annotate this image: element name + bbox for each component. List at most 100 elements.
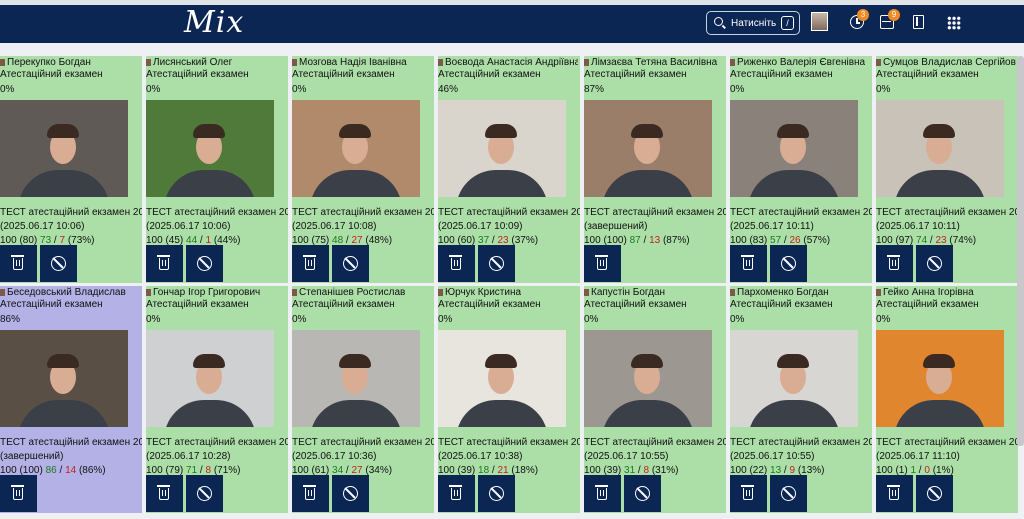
block-icon bbox=[927, 486, 942, 501]
progress-percent: 46% bbox=[438, 84, 459, 95]
delete-button[interactable] bbox=[0, 245, 37, 282]
progress-percent: 0% bbox=[438, 314, 453, 325]
block-button[interactable] bbox=[770, 245, 807, 282]
scrollbar[interactable] bbox=[1017, 56, 1024, 446]
search-icon bbox=[714, 17, 723, 26]
webcam-snapshot[interactable] bbox=[0, 100, 128, 197]
card-actions bbox=[146, 245, 223, 282]
block-icon bbox=[635, 486, 650, 501]
delete-button[interactable] bbox=[730, 245, 767, 282]
block-button[interactable] bbox=[916, 475, 953, 512]
block-button[interactable] bbox=[332, 475, 369, 512]
logo[interactable]: Mix bbox=[184, 5, 244, 40]
delete-button[interactable] bbox=[876, 245, 913, 282]
trash-icon bbox=[449, 255, 462, 270]
progress-percent: 0% bbox=[292, 84, 307, 95]
delete-button[interactable] bbox=[0, 475, 37, 512]
delete-button[interactable] bbox=[584, 475, 621, 512]
webcam-snapshot[interactable] bbox=[438, 330, 566, 427]
webcam-snapshot[interactable] bbox=[584, 100, 712, 197]
trash-icon bbox=[11, 485, 24, 500]
webcam-snapshot[interactable] bbox=[730, 330, 858, 427]
person-hair bbox=[339, 124, 371, 138]
test-title: ТЕСТ атестаційний екзамен 2025 bbox=[584, 207, 726, 218]
student-card: Гейко Анна Ігорівна Атестаційний екзамен… bbox=[876, 286, 1018, 513]
progress-percent: 0% bbox=[876, 314, 891, 325]
person-body bbox=[18, 400, 110, 427]
delete-button[interactable] bbox=[146, 475, 183, 512]
trash-icon bbox=[157, 255, 170, 270]
delete-button[interactable] bbox=[584, 245, 621, 282]
card-actions bbox=[584, 475, 661, 512]
delete-button[interactable] bbox=[146, 245, 183, 282]
card-actions bbox=[584, 245, 621, 282]
book-icon[interactable] bbox=[913, 15, 924, 29]
student-card: Юрчук Кристина Атестаційний екзамен 0% Т… bbox=[438, 286, 580, 513]
progress-percent: 0% bbox=[146, 314, 161, 325]
webcam-snapshot[interactable] bbox=[292, 330, 420, 427]
progress-percent: 0% bbox=[292, 314, 307, 325]
block-icon bbox=[489, 256, 504, 271]
webcam-snapshot[interactable] bbox=[0, 330, 128, 427]
test-title: ТЕСТ атестаційний екзамен 2025 bbox=[0, 207, 142, 218]
block-button[interactable] bbox=[186, 475, 223, 512]
delete-button[interactable] bbox=[292, 245, 329, 282]
exam-type: Атестаційний екзамен bbox=[730, 69, 833, 80]
webcam-snapshot[interactable] bbox=[584, 330, 712, 427]
block-button[interactable] bbox=[332, 245, 369, 282]
webcam-snapshot[interactable] bbox=[438, 100, 566, 197]
block-icon bbox=[781, 486, 796, 501]
delete-button[interactable] bbox=[876, 475, 913, 512]
exam-type: Атестаційний екзамен bbox=[876, 299, 979, 310]
block-button[interactable] bbox=[770, 475, 807, 512]
delete-button[interactable] bbox=[438, 475, 475, 512]
block-button[interactable] bbox=[186, 245, 223, 282]
person-hair bbox=[47, 124, 79, 138]
student-name: Беседовський Владислав bbox=[0, 286, 140, 298]
test-date: (завершений) bbox=[584, 221, 648, 232]
delete-button[interactable] bbox=[438, 245, 475, 282]
student-name: Юрчук Кристина bbox=[438, 286, 578, 298]
student-name: Пархоменко Богдан bbox=[730, 286, 870, 298]
progress-percent: 86% bbox=[0, 314, 21, 325]
delete-button[interactable] bbox=[730, 475, 767, 512]
user-avatar[interactable] bbox=[811, 12, 828, 31]
progress-percent: 0% bbox=[584, 314, 599, 325]
block-button[interactable] bbox=[916, 245, 953, 282]
card-actions bbox=[0, 245, 77, 282]
webcam-snapshot[interactable] bbox=[876, 100, 1004, 197]
student-card: Перекупко Богдан Атестаційний екзамен 0%… bbox=[0, 56, 142, 283]
search-button[interactable]: Натисніть / bbox=[706, 11, 800, 35]
student-card: Лімзаєва Тетяна Василівна Атестаційний е… bbox=[584, 56, 726, 283]
block-button[interactable] bbox=[478, 245, 515, 282]
progress-percent: 0% bbox=[0, 84, 15, 95]
block-button[interactable] bbox=[624, 475, 661, 512]
block-button[interactable] bbox=[40, 245, 77, 282]
exam-type: Атестаційний екзамен bbox=[146, 69, 249, 80]
delete-button[interactable] bbox=[292, 475, 329, 512]
trash-icon bbox=[887, 255, 900, 270]
webcam-snapshot[interactable] bbox=[146, 330, 274, 427]
apps-grid-icon[interactable] bbox=[947, 16, 961, 30]
webcam-snapshot[interactable] bbox=[146, 100, 274, 197]
person-hair bbox=[485, 124, 517, 138]
search-label: Натисніть bbox=[731, 18, 777, 29]
correct-count: 86 bbox=[45, 465, 57, 476]
user-icon bbox=[438, 59, 443, 66]
test-title: ТЕСТ атестаційний екзамен 2025 bbox=[146, 207, 288, 218]
trash-icon bbox=[595, 485, 608, 500]
block-button[interactable] bbox=[478, 475, 515, 512]
student-name: Перекупко Богдан bbox=[0, 56, 140, 68]
person-body bbox=[894, 170, 986, 197]
test-date: (2025.06.17 10:11) bbox=[876, 221, 960, 232]
webcam-snapshot[interactable] bbox=[876, 330, 1004, 427]
webcam-snapshot[interactable] bbox=[292, 100, 420, 197]
exam-type: Атестаційний екзамен bbox=[730, 299, 833, 310]
person-body bbox=[748, 170, 840, 197]
app-header: Mix Натисніть / 3 9 bbox=[0, 5, 1024, 43]
wrong-count: 14 bbox=[65, 465, 77, 476]
user-icon bbox=[730, 289, 735, 296]
webcam-snapshot[interactable] bbox=[730, 100, 858, 197]
person-hair bbox=[923, 124, 955, 138]
card-actions bbox=[730, 475, 807, 512]
